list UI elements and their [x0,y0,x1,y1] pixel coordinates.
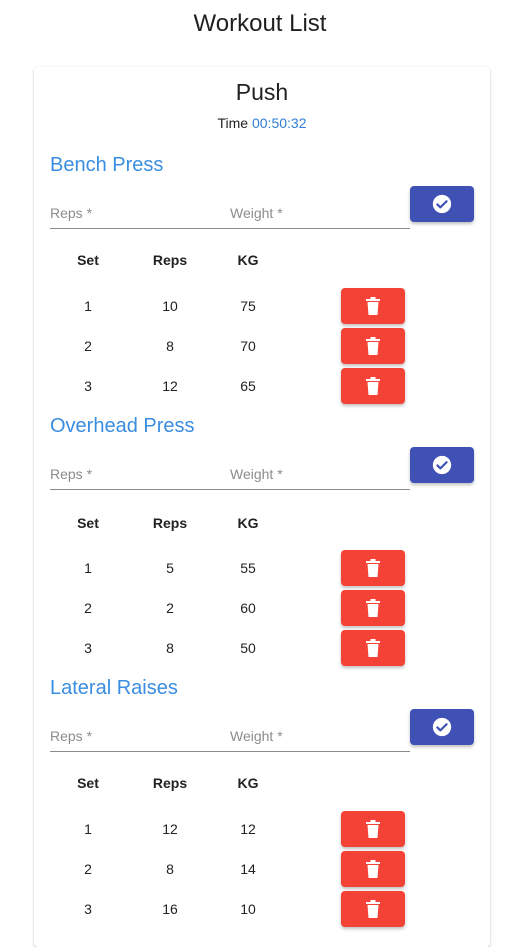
set-number: 2 [84,861,92,877]
trash-icon [366,337,380,355]
header-reps: Reps [152,252,188,268]
set-number: 3 [84,378,92,394]
trash-icon [366,559,380,577]
reps-input[interactable]: Reps * [50,465,230,490]
exercise-title: Bench Press [50,154,164,176]
set-number: 1 [84,298,92,314]
delete-set-button[interactable] [341,851,405,887]
set-row: 3 8 50 [50,630,475,670]
trash-icon [366,297,380,315]
set-kg: 75 [240,298,256,314]
exercise-title: Overhead Press [50,415,195,437]
set-kg: 12 [240,821,256,837]
add-set-button[interactable] [410,709,474,745]
header-reps: Reps [152,515,188,531]
weight-input[interactable]: Weight * [230,727,410,752]
delete-set-button[interactable] [341,630,405,666]
delete-set-button[interactable] [341,368,405,404]
exercise-section: Lateral Raises Reps * Weight * Set Reps … [50,677,475,932]
header-reps: Reps [152,775,188,791]
trash-icon [366,599,380,617]
set-reps: 12 [162,821,178,837]
delete-set-button[interactable] [341,590,405,626]
set-row: 3 12 65 [50,368,475,408]
reps-input[interactable]: Reps * [50,204,230,229]
reps-input[interactable]: Reps * [50,727,230,752]
delete-set-button[interactable] [341,288,405,324]
set-number: 1 [84,821,92,837]
set-reps: 2 [166,600,174,616]
set-kg: 14 [240,861,256,877]
set-kg: 65 [240,378,256,394]
set-row: 2 2 60 [50,590,475,630]
set-number: 3 [84,901,92,917]
set-reps: 12 [162,378,178,394]
delete-set-button[interactable] [341,328,405,364]
set-kg: 55 [240,560,256,576]
trash-icon [366,860,380,878]
set-reps: 5 [166,560,174,576]
set-row: 3 16 10 [50,891,475,931]
trash-icon [366,377,380,395]
header-kg: KG [237,775,259,791]
trash-icon [366,639,380,657]
header-kg: KG [237,252,259,268]
set-number: 3 [84,640,92,656]
set-kg: 60 [240,600,256,616]
check-circle-icon [432,717,452,737]
add-set-button[interactable] [410,186,474,222]
header-set: Set [77,515,99,531]
set-reps: 8 [166,640,174,656]
trash-icon [366,900,380,918]
set-kg: 10 [240,901,256,917]
header-kg: KG [237,515,259,531]
check-circle-icon [432,455,452,475]
exercise-section: Overhead Press Reps * Weight * Set Reps … [50,415,475,670]
exercise-section: Bench Press Reps * Weight * Set Reps KG … [50,154,475,409]
page-title: Workout List [193,10,327,37]
header-set: Set [77,775,99,791]
set-number: 2 [84,338,92,354]
delete-set-button[interactable] [341,811,405,847]
trash-icon [366,820,380,838]
set-row: 2 8 14 [50,851,475,891]
check-circle-icon [432,194,452,214]
set-kg: 50 [240,640,256,656]
set-reps: 10 [162,298,178,314]
delete-set-button[interactable] [341,891,405,927]
time-label: Time [217,115,249,131]
set-reps: 16 [162,901,178,917]
workout-timer: Time 00:50:32 [34,115,490,131]
set-row: 2 8 70 [50,328,475,368]
workout-name: Push [235,79,289,105]
workout-card: Push Time 00:50:32 Bench Press Reps * We… [34,67,490,947]
header-set: Set [77,252,99,268]
set-number: 2 [84,600,92,616]
set-reps: 8 [166,338,174,354]
set-row: 1 10 75 [50,288,475,328]
set-number: 1 [84,560,92,576]
set-reps: 8 [166,861,174,877]
set-kg: 70 [240,338,256,354]
set-row: 1 12 12 [50,811,475,851]
set-row: 1 5 55 [50,550,475,590]
weight-input[interactable]: Weight * [230,204,410,229]
delete-set-button[interactable] [341,550,405,586]
weight-input[interactable]: Weight * [230,465,410,490]
add-set-button[interactable] [410,447,474,483]
time-value: 00:50:32 [251,115,307,131]
exercise-title: Lateral Raises [50,677,178,699]
